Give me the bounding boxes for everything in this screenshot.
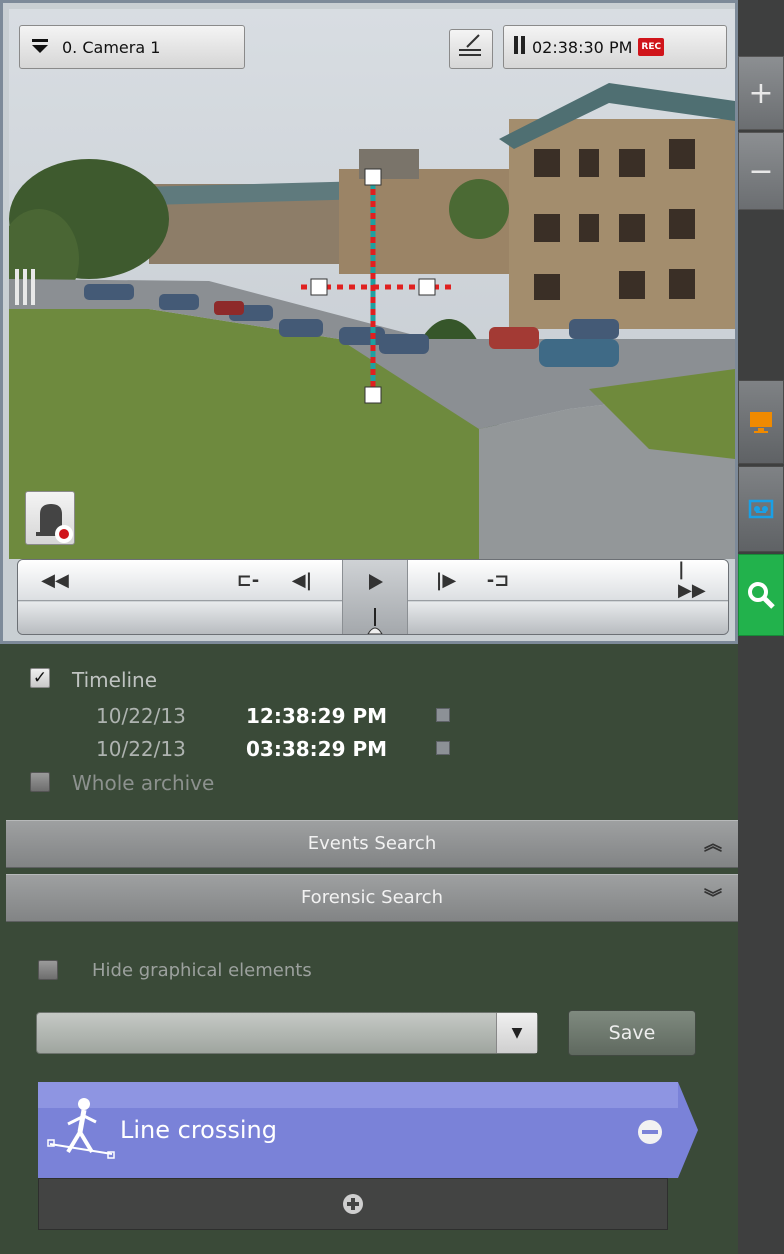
- playback-bar[interactable]: ◀◀ ⊏- ◀| |▶ -⊐ |▶▶: [17, 559, 729, 635]
- play-button[interactable]: [342, 560, 408, 634]
- forward-end-button[interactable]: |▶▶: [678, 560, 712, 601]
- search-icon: [748, 582, 775, 609]
- start-date[interactable]: 10/22/13: [96, 704, 186, 728]
- timeline-label: Timeline: [72, 668, 158, 692]
- rewind-start-icon: ◀◀: [41, 569, 69, 591]
- rec-badge: REC: [638, 38, 665, 56]
- camera-name: 0. Camera 1: [62, 37, 161, 57]
- start-time[interactable]: 12:38:29 PM: [246, 704, 387, 728]
- next-frame-button[interactable]: |▶: [432, 566, 460, 594]
- rule-preset-select[interactable]: ▼: [36, 1012, 538, 1054]
- step-forward-button[interactable]: -⊐: [484, 566, 512, 594]
- playback-time-box[interactable]: 02:38:30 PM REC: [503, 25, 727, 69]
- archive-button[interactable]: [738, 466, 784, 552]
- zoom-out-button[interactable]: −: [738, 132, 784, 210]
- prev-frame-icon: ◀|: [291, 569, 313, 591]
- end-time-picker-button[interactable]: [436, 741, 450, 755]
- camera-video-frame: [9, 9, 735, 559]
- whole-archive-checkbox[interactable]: [30, 772, 50, 792]
- rule-label: Line crossing: [120, 1116, 277, 1144]
- live-monitor-button[interactable]: [738, 380, 784, 464]
- menu-icon: [32, 38, 48, 57]
- start-time-picker-button[interactable]: [436, 708, 450, 722]
- next-frame-icon: |▶: [435, 569, 457, 591]
- plus-icon: +: [748, 75, 774, 111]
- monitor-icon: [750, 412, 772, 433]
- timeline-checkbox[interactable]: ✓: [30, 668, 50, 688]
- current-time: 02:38:30 PM: [532, 37, 633, 57]
- edit-comment-button[interactable]: [449, 29, 493, 69]
- rewind-start-button[interactable]: ◀◀: [40, 566, 70, 594]
- whole-archive-label: Whole archive: [72, 771, 215, 795]
- step-back-icon: ⊏-: [236, 569, 260, 591]
- events-search-header[interactable]: Events Search ︽: [6, 820, 738, 868]
- prev-frame-button[interactable]: ◀|: [288, 566, 316, 594]
- chevron-double-down-icon: ︾: [704, 888, 722, 909]
- dropdown-arrow-icon[interactable]: ▼: [496, 1013, 537, 1053]
- camera-viewport[interactable]: 0. Camera 1 02:38:30 PM REC ◀◀ ⊏- ◀| |▶ …: [0, 0, 738, 644]
- chevron-double-up-icon: ︽: [704, 834, 722, 855]
- archive-tape-icon: [748, 499, 774, 519]
- hide-graphical-label: Hide graphical elements: [92, 960, 312, 981]
- play-icon: [367, 574, 383, 634]
- note-pencil-icon: [457, 33, 485, 65]
- remove-rule-icon[interactable]: [638, 1120, 662, 1144]
- add-rule-button[interactable]: [38, 1178, 668, 1230]
- minus-icon: −: [748, 153, 774, 189]
- right-toolbar: + −: [738, 0, 784, 1254]
- end-time[interactable]: 03:38:29 PM: [246, 737, 387, 761]
- forensic-search-header[interactable]: Forensic Search ︾: [6, 874, 738, 922]
- forward-end-icon: |▶▶: [678, 559, 706, 601]
- plus-circle-icon: [343, 1194, 363, 1214]
- events-search-title: Events Search: [307, 833, 437, 854]
- alarm-button[interactable]: [25, 491, 75, 545]
- end-date[interactable]: 10/22/13: [96, 737, 186, 761]
- camera-selector[interactable]: 0. Camera 1: [19, 25, 245, 69]
- pause-icon[interactable]: [514, 36, 526, 58]
- zoom-in-button[interactable]: +: [738, 56, 784, 130]
- step-back-button[interactable]: ⊏-: [234, 566, 262, 594]
- hide-graphical-checkbox[interactable]: [38, 960, 58, 980]
- search-button[interactable]: [738, 554, 784, 636]
- forensic-search-title: Forensic Search: [300, 887, 444, 908]
- alarm-bell-icon: [36, 504, 73, 543]
- step-forward-icon: -⊐: [486, 569, 510, 591]
- save-button[interactable]: Save: [568, 1010, 696, 1056]
